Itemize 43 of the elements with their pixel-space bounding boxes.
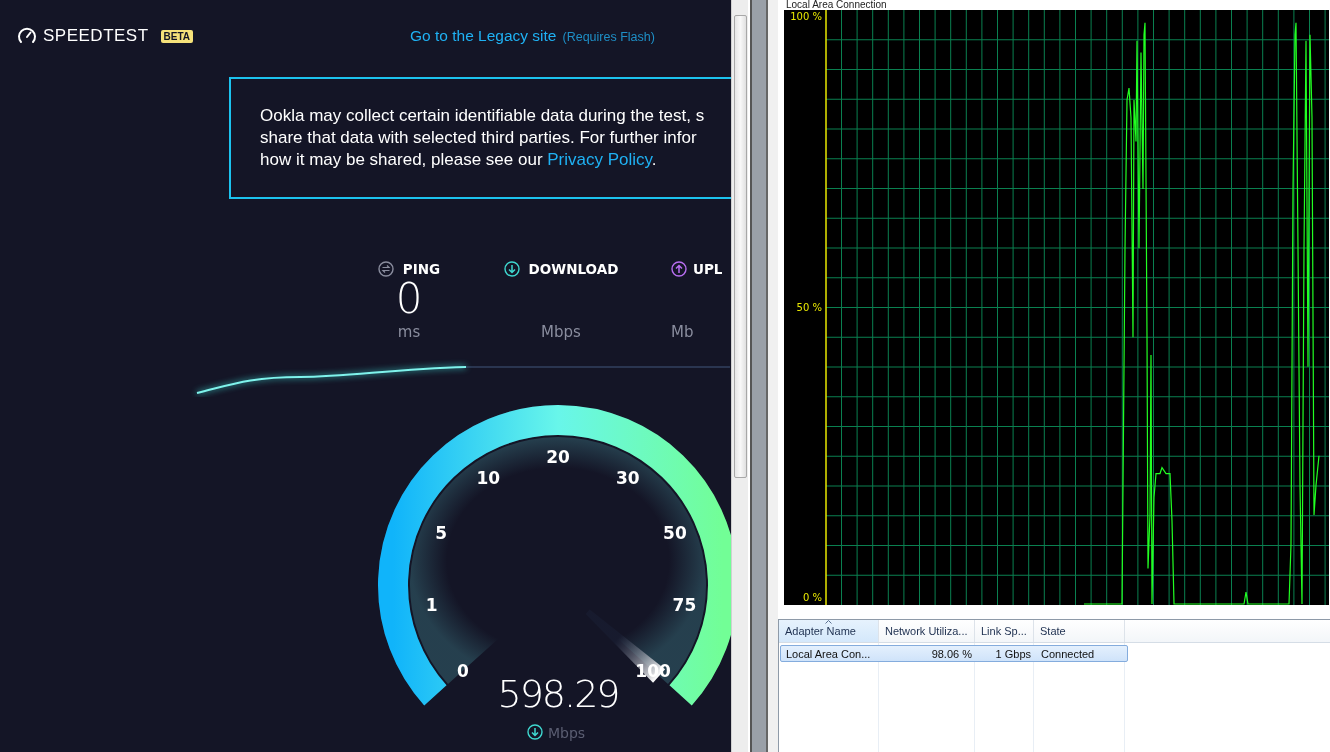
scale-label: 30 [615,467,640,488]
metric-unit: Mbps [541,323,581,341]
sort-caret-icon [825,620,832,624]
legacy-site-link[interactable]: Go to the Legacy site [410,27,557,45]
column-header[interactable]: State [1034,620,1125,642]
table-cell-text: Local Area Con... [785,647,872,660]
scrollbar-thumb[interactable] [733,15,747,478]
table-cell-text: 98.06 % [930,647,973,660]
beta-badge: BETA [160,29,194,43]
metric-value: 0 [395,277,423,321]
metric-label: UPL [693,261,723,277]
scale-label: 10 [476,467,501,488]
logo-wordmark: SPEEDTEST [43,26,149,46]
graph-title: Local Area Connection [785,0,888,10]
metric-label: DOWNLOAD [528,261,619,277]
table-cell-text: 1 Gbps [994,647,1032,660]
metric-unit: ms [397,323,421,341]
requires-flash-note: (Requires Flash) [562,30,655,44]
column-header[interactable]: Adapter Name [779,620,879,642]
upload-icon [671,261,687,277]
scale-label: 5 [435,522,447,543]
metric-label: PING [402,261,441,277]
scale-label: 20 [546,447,570,467]
speed-unit: Mbps [548,725,586,741]
download-icon [503,261,520,277]
speedometer-logo-icon [17,26,37,46]
privacy-policy-link[interactable]: Privacy Policy [547,150,652,169]
ping-icon [377,261,394,277]
column-header[interactable]: Network Utiliza... [879,620,975,642]
metric-unit: Mb [671,323,694,341]
column-header[interactable]: Link Sp... [975,620,1034,642]
table-cell-text: Connected [1040,647,1096,660]
download-icon [527,724,543,740]
speed-reading: 598.29 [497,672,619,716]
axis-label: 0 % [802,592,822,603]
notice-text: Ookla may collect certain identifiable data during the test, s share that data with selected third parties. For further infor how it may be shared, please see our Privacy Policy. [260,105,705,171]
axis-label: 50 % [796,301,822,313]
scale-label: 1 [425,595,438,615]
scale-label: 75 [672,595,697,615]
table-row[interactable]: Local Area Con... 98.06 % 1 Gbps Connected [780,645,1128,662]
axis-label: 100 % [790,11,822,22]
scale-label: 50 [663,522,687,543]
scale-label: 0 [456,660,469,681]
